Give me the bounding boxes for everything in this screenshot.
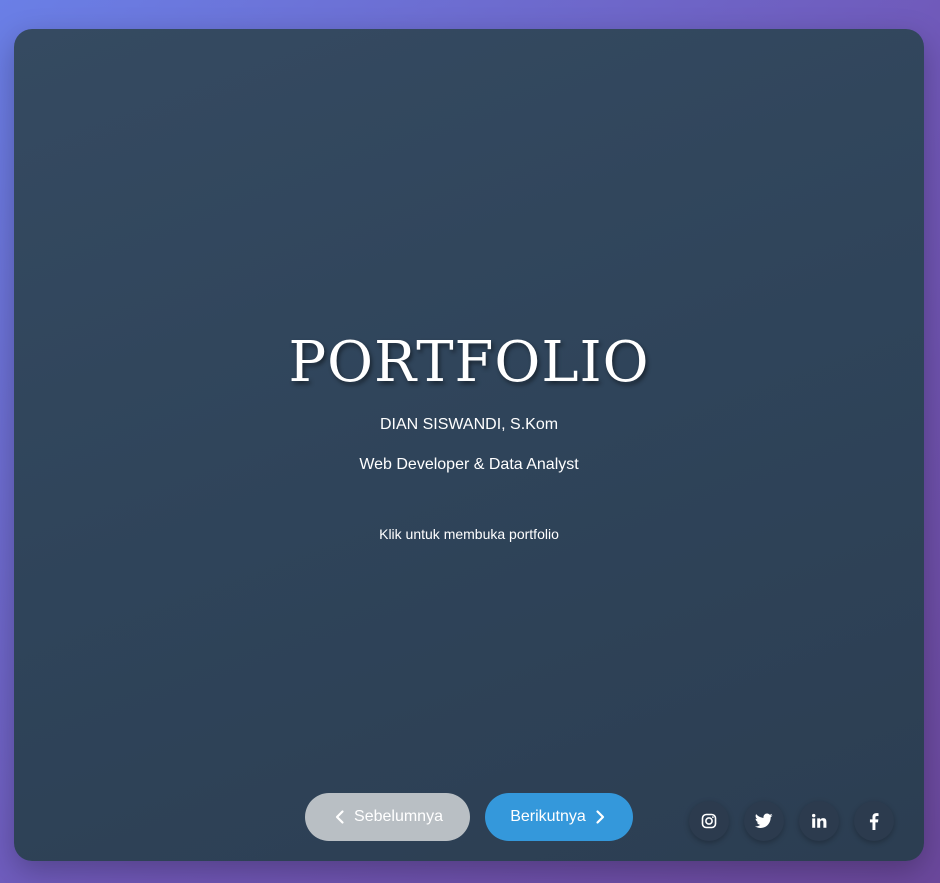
chevron-left-icon (332, 809, 348, 825)
facebook-link[interactable] (854, 801, 894, 841)
owner-name: DIAN SISWANDI, S.Kom (379, 416, 559, 433)
owner-role: Web Developer & Data Analyst (359, 456, 579, 473)
previous-button[interactable]: Sebelumnya (305, 793, 470, 841)
linkedin-link[interactable] (799, 801, 839, 841)
portfolio-cover-card[interactable]: PORTFOLIO DIAN SISWANDI, S.Kom Web Devel… (14, 29, 924, 861)
open-portfolio-hint[interactable]: Klik untuk membuka portfolio (14, 525, 924, 543)
linkedin-icon (811, 813, 827, 829)
next-button-label: Berikutnya (510, 808, 586, 825)
hero-section: PORTFOLIO DIAN SISWANDI, S.Kom Web Devel… (14, 329, 924, 543)
twitter-link[interactable] (744, 801, 784, 841)
next-button[interactable]: Berikutnya (485, 793, 633, 841)
chevron-right-icon (592, 809, 608, 825)
facebook-icon (869, 812, 879, 830)
twitter-icon (755, 813, 773, 829)
instagram-icon (701, 813, 717, 829)
page-title: PORTFOLIO (288, 330, 650, 395)
previous-button-label: Sebelumnya (354, 808, 443, 825)
instagram-link[interactable] (689, 801, 729, 841)
